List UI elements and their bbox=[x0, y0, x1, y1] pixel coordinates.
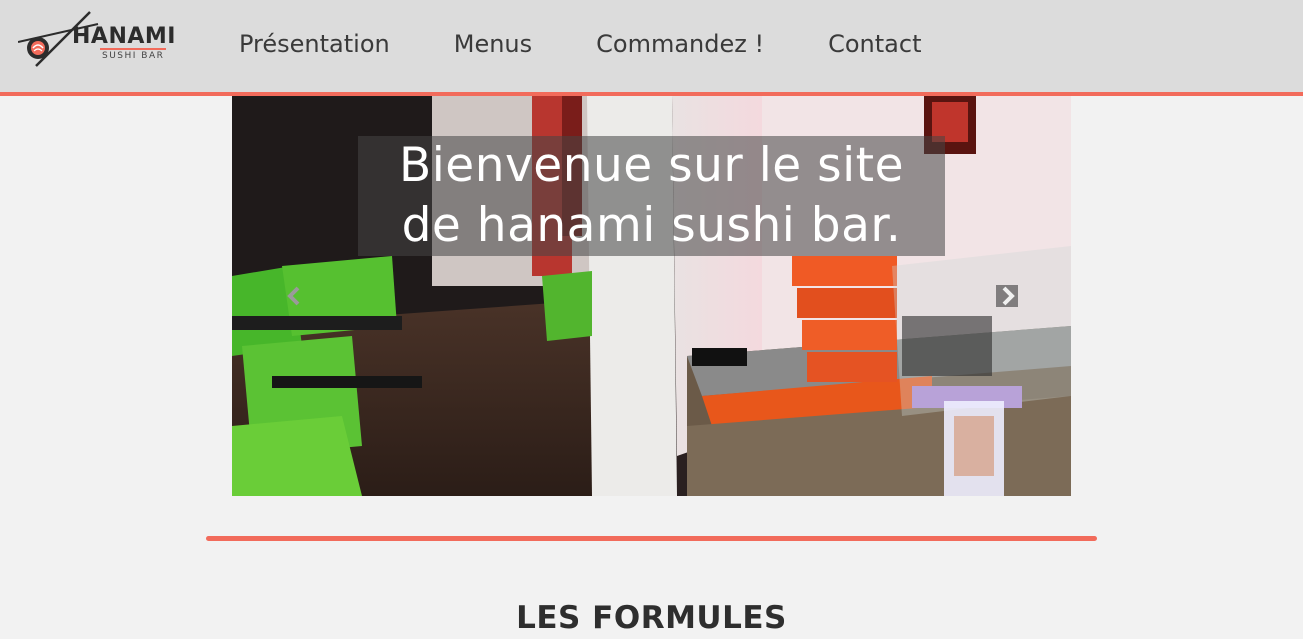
main-nav: Présentation Menus Commandez ! Contact bbox=[239, 30, 985, 58]
nav-item-commandez[interactable]: Commandez ! bbox=[596, 30, 764, 58]
nav-item-contact[interactable]: Contact bbox=[828, 30, 921, 58]
brand-underline bbox=[100, 48, 166, 50]
brand-subtitle: SUSHI BAR bbox=[102, 51, 165, 61]
formules-heading: LES FORMULES bbox=[516, 600, 787, 636]
carousel-next-button[interactable] bbox=[996, 285, 1018, 307]
brand-name: HANAMI bbox=[72, 24, 176, 49]
hero-carousel[interactable]: Bienvenue sur le site de hanami sushi ba… bbox=[232, 96, 1071, 496]
logo[interactable]: HANAMI SUSHI BAR bbox=[18, 10, 175, 72]
carousel-caption: Bienvenue sur le site de hanami sushi ba… bbox=[358, 136, 945, 256]
section-divider bbox=[206, 536, 1097, 541]
caption-line-1: Bienvenue sur le site bbox=[398, 138, 904, 193]
nav-item-presentation[interactable]: Présentation bbox=[239, 30, 390, 58]
site-header: HANAMI SUSHI BAR Présentation Menus Comm… bbox=[0, 0, 1303, 92]
caption-line-2: de hanami sushi bar. bbox=[401, 198, 902, 253]
nav-item-menus[interactable]: Menus bbox=[454, 30, 532, 58]
carousel-prev-button[interactable] bbox=[284, 285, 306, 307]
chevron-left-icon bbox=[287, 286, 300, 306]
chevron-right-icon bbox=[1002, 286, 1015, 306]
